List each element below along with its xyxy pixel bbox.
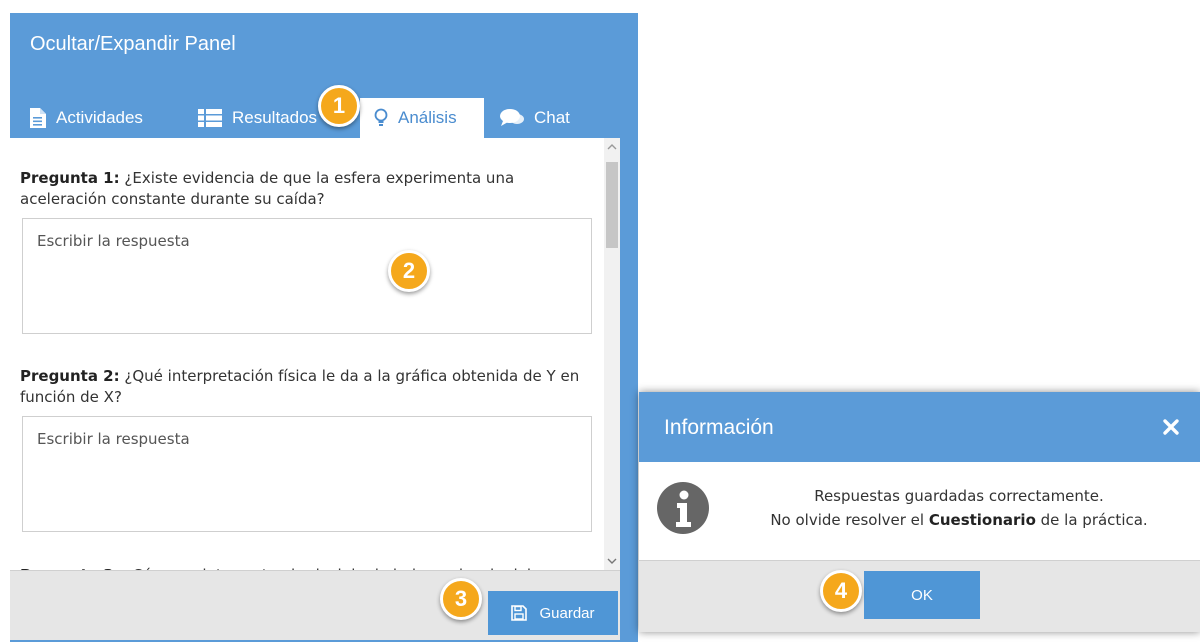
scroll-down-icon[interactable] (607, 556, 617, 566)
scroll-thumb[interactable] (606, 162, 618, 248)
list-icon (198, 109, 222, 127)
callout-badge-1: 1 (318, 85, 360, 127)
dialog-body: Respuestas guardadas correctamente. No o… (639, 462, 1200, 560)
question-1: Pregunta 1: ¿Existe evidencia de que la … (20, 168, 590, 210)
dialog-header: Información (639, 392, 1200, 462)
message-bold: Cuestionario (928, 511, 1036, 529)
content-scrollbar[interactable] (604, 138, 620, 582)
callout-badge-4: 4 (820, 570, 862, 612)
message-prefix: No olvide resolver el (770, 511, 929, 529)
info-icon (657, 482, 709, 534)
tab-chat[interactable]: Chat (500, 98, 570, 138)
tab-resultados[interactable]: Resultados (198, 98, 317, 138)
answer-field-2[interactable]: Escribir la respuesta (22, 416, 592, 532)
document-icon (30, 108, 46, 128)
tab-label: Resultados (232, 108, 318, 127)
message-line-1: Respuestas guardadas correctamente. (814, 487, 1104, 505)
save-button[interactable]: Guardar (488, 591, 618, 635)
question-label: Pregunta 2: (20, 367, 120, 385)
save-label: Guardar (539, 604, 595, 622)
tab-analisis[interactable]: Análisis (360, 98, 484, 138)
tab-actividades[interactable]: Actividades (30, 98, 143, 138)
scroll-up-icon[interactable] (607, 142, 617, 152)
info-dialog: Información Respuestas guardadas correct… (639, 392, 1200, 632)
panel-footer: Guardar (10, 570, 620, 640)
floppy-disk-icon (511, 605, 528, 621)
message-line-2: No olvide resolver el Cuestionario de la… (729, 508, 1189, 532)
panel-toggle-header[interactable]: Ocultar/Expandir Panel (10, 13, 638, 85)
message-suffix: de la práctica. (1035, 511, 1148, 529)
question-2: Pregunta 2: ¿Qué interpretación física l… (20, 366, 590, 408)
tab-label: Análisis (398, 108, 457, 127)
close-icon[interactable] (1162, 418, 1180, 436)
callout-badge-2: 2 (388, 250, 430, 292)
answer-placeholder: Escribir la respuesta (37, 232, 190, 250)
answer-field-1[interactable]: Escribir la respuesta (22, 218, 592, 334)
question-label: Pregunta 1: (20, 169, 120, 187)
callout-badge-3: 3 (440, 578, 482, 620)
tab-label: Chat (534, 108, 570, 127)
dialog-footer: OK (639, 560, 1200, 632)
answer-placeholder: Escribir la respuesta (37, 430, 190, 448)
tab-label: Actividades (56, 108, 143, 127)
lightbulb-icon (374, 108, 388, 128)
dialog-message: Respuestas guardadas correctamente. No o… (729, 484, 1189, 532)
ok-button[interactable]: OK (864, 571, 980, 619)
chat-bubble-icon (500, 109, 524, 127)
analysis-content: Pregunta 1: ¿Existe evidencia de que la … (10, 138, 620, 582)
dialog-title: Información (664, 416, 774, 439)
